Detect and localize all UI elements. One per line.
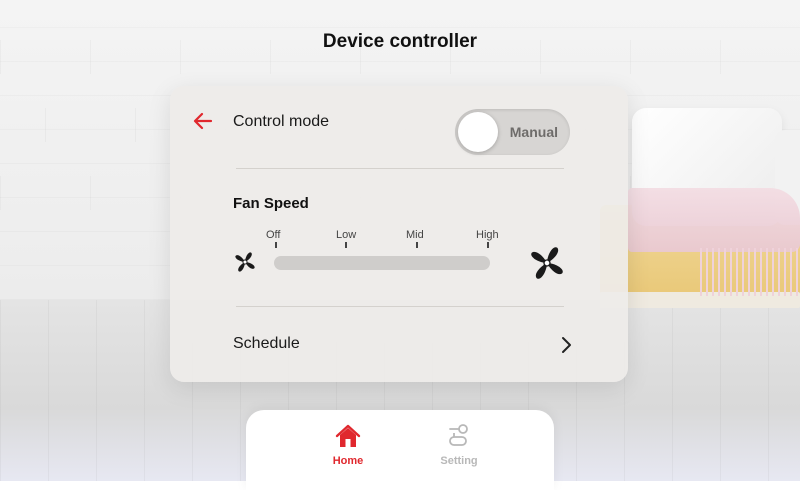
fan-level-label: Mid [406,229,424,241]
page-title: Device controller [322,31,478,52]
fan-speed-slider[interactable] [274,256,490,270]
fan-level-tick [487,242,489,248]
home-icon [335,424,361,447]
fan-level-tick [416,242,418,248]
controller-card: Control mode Manual Fan Speed Off Low Mi… [170,86,628,382]
fan-small-icon [235,252,255,272]
divider [236,168,564,169]
fan-large-icon [531,247,563,279]
nav-item-home[interactable]: Home [303,410,393,481]
fan-level-tick [275,242,277,248]
control-mode-label: Control mode [233,113,330,130]
blanket-fringe [700,248,800,296]
nav-item-setting[interactable]: Setting [414,410,504,481]
fan-level-label: Low [336,229,357,241]
blanket [628,188,800,252]
nav-label-setting: Setting [440,455,478,467]
settings-sliders-icon [449,424,468,446]
control-mode-toggle[interactable]: Manual [455,109,570,155]
arrow-left-icon[interactable] [192,110,214,132]
bottom-nav: Home Setting [246,410,554,490]
schedule-label: Schedule [233,335,300,352]
nav-label-home: Home [332,455,364,467]
divider [236,306,564,307]
schedule-row[interactable]: Schedule [233,322,573,356]
fan-level-tick [345,242,347,248]
toggle-text: Manual [509,124,558,140]
fan-level-label: Off [266,229,281,241]
toggle-knob [458,112,498,152]
fan-level-label: High [476,229,499,241]
chevron-right-icon [562,337,571,353]
fan-speed-title: Fan Speed [233,195,309,212]
